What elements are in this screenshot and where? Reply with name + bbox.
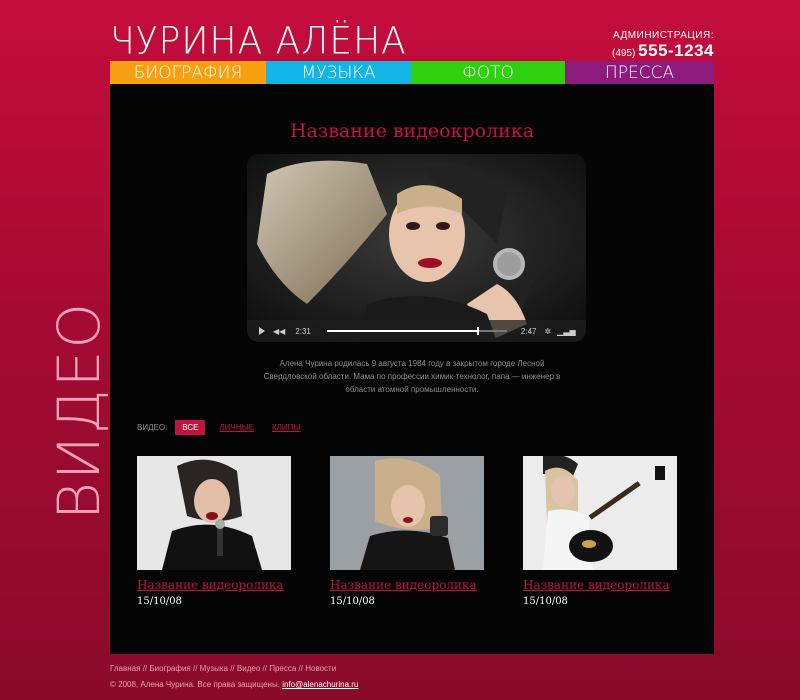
video-card-date: 15/10/08 [523,596,568,607]
phone-code: (495) [612,48,636,59]
video-title: Название видеокролика [289,120,535,142]
video-thumbnail[interactable] [330,456,484,570]
nav-item-music[interactable]: МУЗЫКА [266,61,411,84]
filter-label: ВИДЕО: [137,423,168,432]
site-logo[interactable]: ЧУРИНА АЛЁНА [110,23,407,61]
footer-link-home[interactable]: Главная [110,664,140,673]
video-card[interactable]: Название видеоролика 15/10/08 [330,456,484,607]
copyright-text: © 2008, Алена Чурина. Все права защищены… [110,680,280,689]
footer-separator: // [192,664,198,673]
footer-separator: // [142,664,148,673]
nav-item-press[interactable]: ПРЕССА [565,61,714,84]
admin-phone: (495) 555-1234 [612,41,714,61]
filter-all[interactable]: ВСЕ [175,420,206,435]
total-time: 2:47 [520,326,537,336]
footer: Главная // Биография // Музыка // Видео … [110,661,358,693]
footer-separator: // [230,664,235,673]
settings-icon[interactable]: ✲ [544,327,551,336]
volume-icon[interactable]: ▁▃▅ [557,327,575,336]
video-card-title[interactable]: Название видеоролика [330,578,484,592]
play-icon[interactable] [259,327,265,335]
footer-email-link[interactable]: info@alenachurina.ru [282,680,358,689]
elapsed-time: 2:31 [295,326,311,336]
admin-label: АДМИНИСТРАЦИЯ: [613,30,714,41]
video-thumbnail[interactable] [523,456,677,570]
nav-item-biography[interactable]: БИОГРАФИЯ [110,61,266,84]
video-card-title[interactable]: Название видеоролика [523,578,677,592]
main-nav: БИОГРАФИЯ МУЗЫКА ФОТО ПРЕССА [110,61,714,84]
video-card-date: 15/10/08 [330,596,375,607]
footer-link-news[interactable]: Новости [305,664,336,673]
video-thumbnail[interactable] [137,456,291,570]
video-player[interactable]: ◀◀ 2:31 2:47 ✲ ▁▃▅ [247,154,586,342]
progress-handle[interactable] [477,327,480,335]
video-frame-image [247,154,586,342]
thumbnail-image [523,456,677,570]
content-panel: Название видеокролика ◀◀ 2:31 2:47 ✲ ▁▃▅… [110,84,714,654]
video-card-date: 15/10/08 [137,596,182,607]
footer-separator: // [298,664,303,673]
footer-link-video[interactable]: Видео [237,664,260,673]
filter-clips[interactable]: КЛИПЫ [272,423,301,432]
footer-link-music[interactable]: Музыка [200,664,228,673]
player-controls: ◀◀ 2:31 2:47 ✲ ▁▃▅ [247,320,586,342]
video-filters: ВИДЕО: ВСЕ ЛИЧНЫЕ КЛИПЫ [137,420,319,435]
phone-number: 555-1234 [638,41,714,60]
video-card-title[interactable]: Название видеоролика [137,578,291,592]
section-title-vertical: ВИДЕО [45,300,113,520]
thumbnail-image [330,456,484,570]
video-card[interactable]: Название видеоролика 15/10/08 [137,456,291,607]
admin-contact: АДМИНИСТРАЦИЯ: (495) 555-1234 [612,30,714,61]
progress-fill [326,330,479,332]
rewind-icon[interactable]: ◀◀ [273,327,285,336]
thumbnail-image [137,456,291,570]
video-description: Алена Чурина родилась 9 августа 1984 год… [263,359,561,394]
footer-link-press[interactable]: Пресса [269,664,296,673]
video-card[interactable]: Название видеоролика 15/10/08 [523,456,677,607]
footer-separator: // [262,664,267,673]
filter-personal[interactable]: ЛИЧНЫЕ [219,423,254,432]
footer-copyright-line: © 2008, Алена Чурина. Все права защищены… [110,677,358,693]
footer-link-biography[interactable]: Биография [149,664,190,673]
progress-track[interactable] [326,327,507,335]
nav-item-photo[interactable]: ФОТО [411,61,565,84]
footer-links: Главная // Биография // Музыка // Видео … [110,661,358,677]
